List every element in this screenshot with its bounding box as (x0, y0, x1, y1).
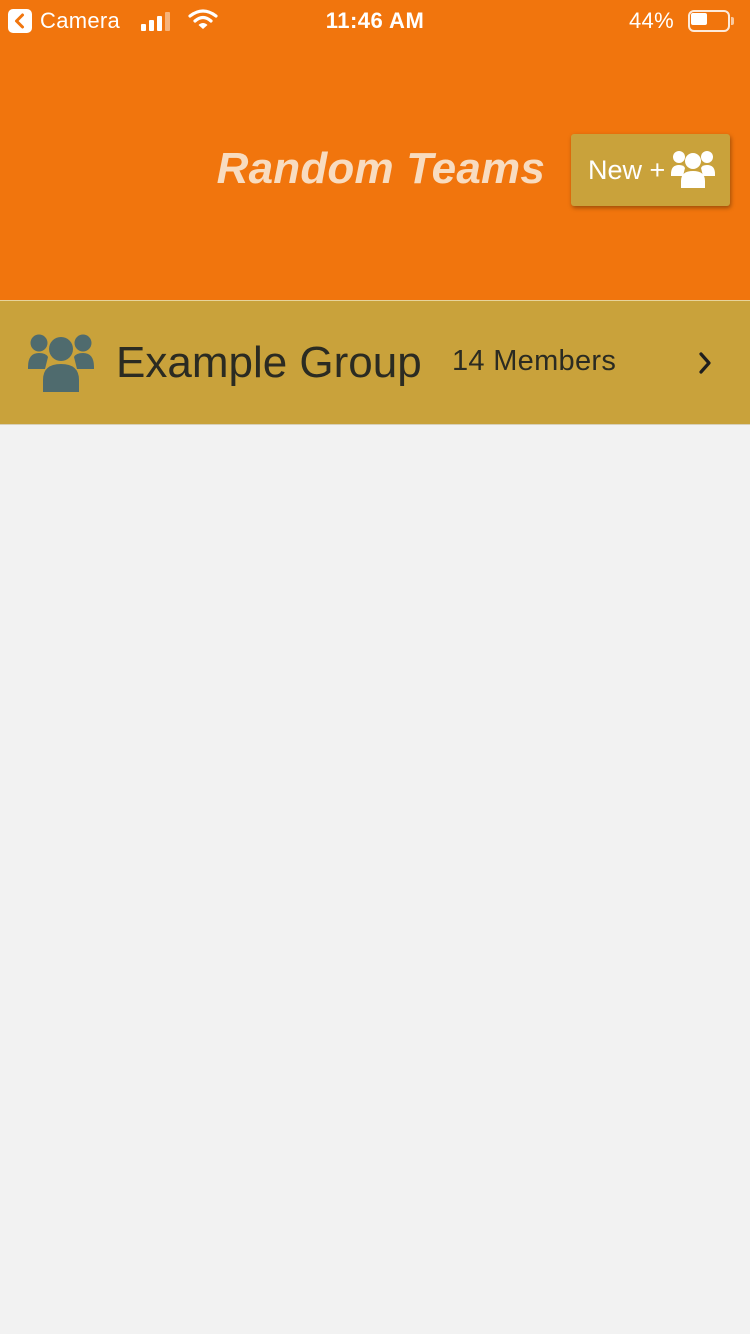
group-icon (671, 151, 715, 188)
group-member-count: 14 Members (452, 345, 617, 377)
page-title: Random Teams (216, 144, 545, 193)
group-icon (28, 334, 94, 392)
battery-level-fill (691, 13, 707, 25)
new-group-button[interactable]: New + (571, 134, 730, 206)
chevron-right-icon (699, 352, 711, 374)
new-group-button-label: New + (588, 155, 666, 185)
app-header: Camera 11:46 AM 44% Random Teams New + (0, 0, 750, 300)
group-name: Example Group (116, 338, 422, 387)
battery-icon (688, 10, 734, 32)
status-bar: Camera 11:46 AM 44% (0, 0, 750, 42)
battery-percent: 44% (629, 8, 674, 33)
group-list-item[interactable]: Example Group 14 Members (0, 300, 750, 425)
